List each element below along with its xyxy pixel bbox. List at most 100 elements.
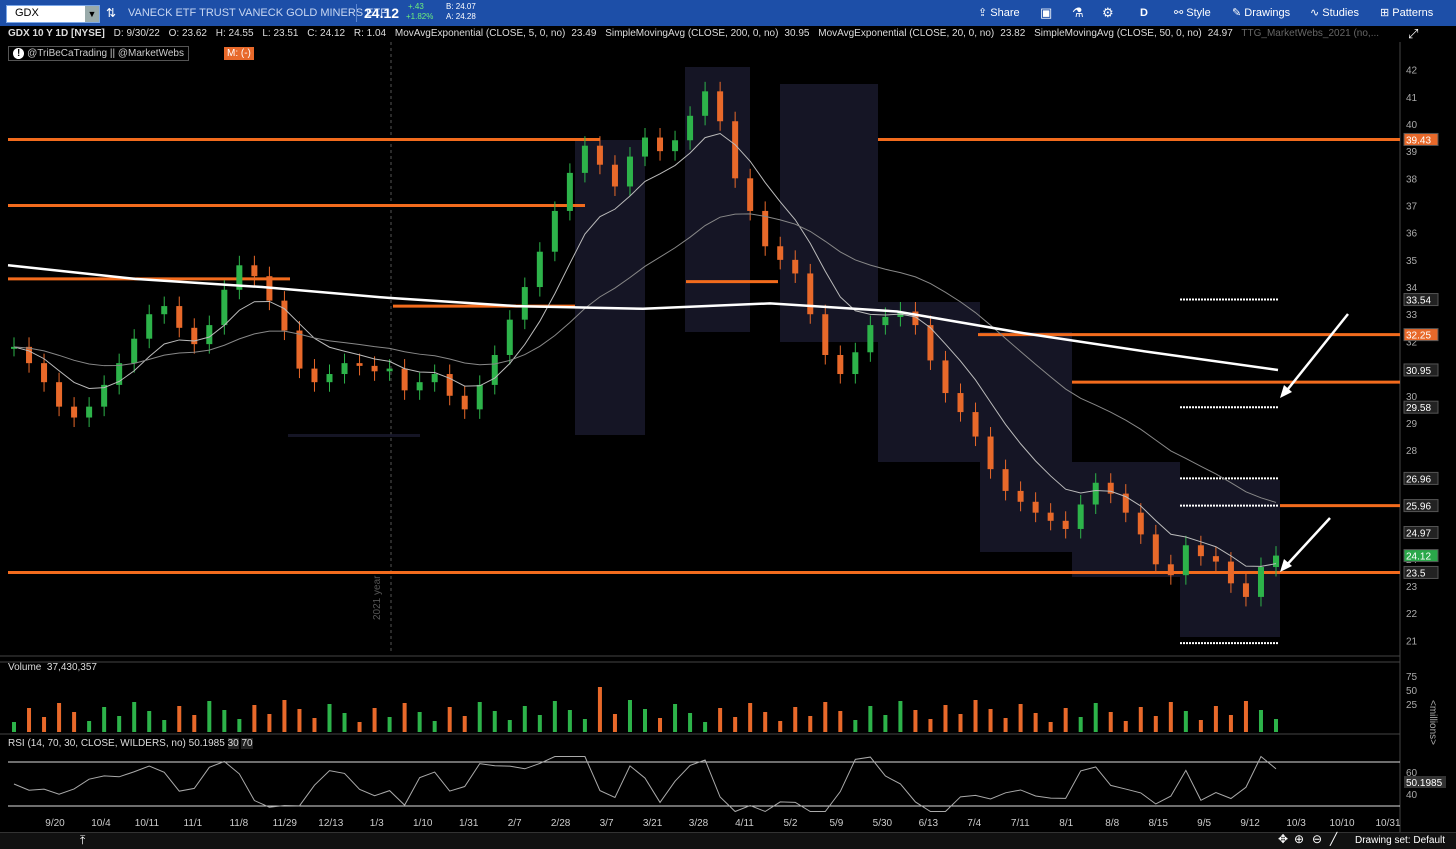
volume-bar: [492, 711, 497, 732]
chart-header: GDX 10 Y 1D [NYSE]: [8, 28, 105, 39]
date-tick-label: 1/10: [413, 818, 433, 829]
volume-bar: [673, 704, 678, 732]
zoom-out-icon[interactable]: ⊖: [1312, 832, 1322, 846]
share-button[interactable]: ⇪ Share: [978, 0, 1020, 26]
candle-body: [1182, 545, 1189, 576]
volume-bar: [718, 708, 723, 732]
study-ema5[interactable]: MovAvgExponential (CLOSE, 5, 0, no): [395, 28, 565, 39]
volume-bar: [1183, 711, 1188, 732]
study-sma200-value: 30.95: [784, 28, 810, 39]
study-marketwebs[interactable]: TTG_MarketWebs_2021 (no,...: [1241, 28, 1379, 39]
drawings-button[interactable]: ✎ Drawings: [1232, 0, 1290, 26]
price-tick-label: 38: [1406, 174, 1418, 185]
studies-button[interactable]: ∿ Studies: [1310, 0, 1359, 26]
volume-bar: [808, 716, 813, 732]
watermark-text: @TriBeCaTrading || @MarketWebs: [27, 48, 184, 59]
date-tick-label: 9/5: [1197, 818, 1211, 829]
volume-bar: [282, 700, 287, 732]
date-tick-label: 12/13: [318, 818, 343, 829]
volume-title: Volume: [8, 662, 42, 673]
candle-body: [1152, 534, 1159, 565]
volume-bar: [1063, 708, 1068, 732]
candle-body: [461, 395, 468, 410]
price-badge-label: 23.5: [1406, 568, 1426, 579]
ohlc-date: D: 9/30/22: [113, 28, 160, 39]
zoom-in-icon[interactable]: ⊕: [1294, 832, 1304, 846]
price-tick-label: 39: [1406, 147, 1418, 158]
date-tick-label: 2/28: [551, 818, 571, 829]
study-sma200[interactable]: SimpleMovingAvg (CLOSE, 200, 0, no): [605, 28, 778, 39]
price-badge-label: 25.96: [1406, 502, 1431, 513]
candle-body: [566, 172, 573, 211]
volume-bar: [748, 703, 753, 732]
candle-body: [71, 406, 78, 418]
aggregation-button[interactable]: D: [1140, 0, 1148, 26]
study-ema20[interactable]: MovAvgExponential (CLOSE, 20, 0, no): [818, 28, 994, 39]
pan-icon[interactable]: ✥: [1278, 832, 1288, 846]
snapshot-button[interactable]: ▣: [1040, 0, 1052, 26]
volume-bar: [1003, 718, 1008, 732]
flask-button[interactable]: ⚗: [1072, 0, 1084, 26]
study-sma50[interactable]: SimpleMovingAvg (CLOSE, 50, 0, no): [1034, 28, 1202, 39]
volume-unit: <millions>: [1427, 700, 1438, 746]
volume-bar: [883, 715, 888, 732]
candle-body: [777, 246, 784, 260]
settings-button[interactable]: ⚙: [1102, 0, 1114, 26]
symbol-input[interactable]: GDX ▼: [6, 5, 100, 23]
candle-body: [852, 352, 859, 375]
rsi-badge-label: 50.1985: [1406, 778, 1443, 789]
volume-bar: [1048, 722, 1053, 732]
year-marker-label: 2021 year: [372, 575, 383, 620]
candle-body: [296, 330, 303, 369]
style-button[interactable]: ⚯ Style: [1174, 0, 1211, 26]
volume-bar: [1274, 719, 1278, 732]
candle-body: [191, 327, 198, 345]
volume-bar: [27, 708, 32, 732]
patterns-icon: ⊞: [1380, 7, 1390, 19]
volume-bar: [12, 722, 16, 732]
candle-body: [942, 360, 949, 394]
candle-body: [732, 121, 739, 179]
volume-bar: [688, 713, 693, 732]
volume-bar: [868, 706, 873, 732]
volume-bar: [582, 719, 587, 732]
volume-bar: [357, 722, 362, 732]
price-tick-label: 42: [1406, 66, 1418, 77]
volume-bar: [462, 716, 467, 732]
candle-body: [1167, 564, 1174, 576]
candle-body: [882, 316, 889, 326]
chart-area[interactable]: 4241403938373635343332313029282726252423…: [0, 42, 1456, 832]
draw-line-icon[interactable]: ╱: [1330, 832, 1337, 846]
volume-bar: [597, 687, 602, 732]
volume-label: Volume 37,430,357: [8, 662, 97, 673]
link-icon[interactable]: ⇅: [106, 0, 116, 26]
annotation-arrow: [1283, 517, 1331, 569]
study-sma50-value: 24.97: [1207, 28, 1233, 39]
candle-body: [792, 259, 799, 274]
price-tick-label: 37: [1406, 202, 1418, 213]
date-tick-label: 8/8: [1105, 818, 1119, 829]
expand-up-icon[interactable]: ⤒: [80, 833, 85, 848]
chart-canvas[interactable]: 4241403938373635343332313029282726252423…: [0, 42, 1456, 832]
candle-body: [176, 306, 183, 328]
volume-bar: [928, 719, 933, 732]
flask-icon: ⚗: [1072, 5, 1084, 20]
price-tick-label: 41: [1406, 93, 1418, 104]
price-tick-label: 28: [1406, 446, 1418, 457]
symbol-dropdown-icon[interactable]: ▼: [85, 6, 99, 22]
volume-bar: [658, 718, 663, 732]
ohlc-low: L: 23.51: [262, 28, 299, 39]
volume-bar: [387, 717, 392, 732]
candle-body: [957, 393, 964, 413]
rsi-upper: 30: [227, 738, 239, 749]
date-tick-label: 11/8: [229, 818, 248, 829]
patterns-button[interactable]: ⊞ Patterns: [1380, 0, 1433, 26]
volume-bar: [222, 710, 227, 732]
bottom-bar: ⤒ ✥ ⊕ ⊖ ╱ Drawing set: Default: [0, 832, 1456, 849]
drawing-set-label[interactable]: Drawing set: Default: [1355, 835, 1445, 846]
volume-bar: [763, 712, 768, 732]
candle-body: [86, 406, 93, 418]
collapse-icon[interactable]: ⤢: [1408, 26, 1418, 42]
price-tick-label: 33: [1406, 310, 1418, 321]
mode-badge: M: (-): [224, 47, 254, 60]
